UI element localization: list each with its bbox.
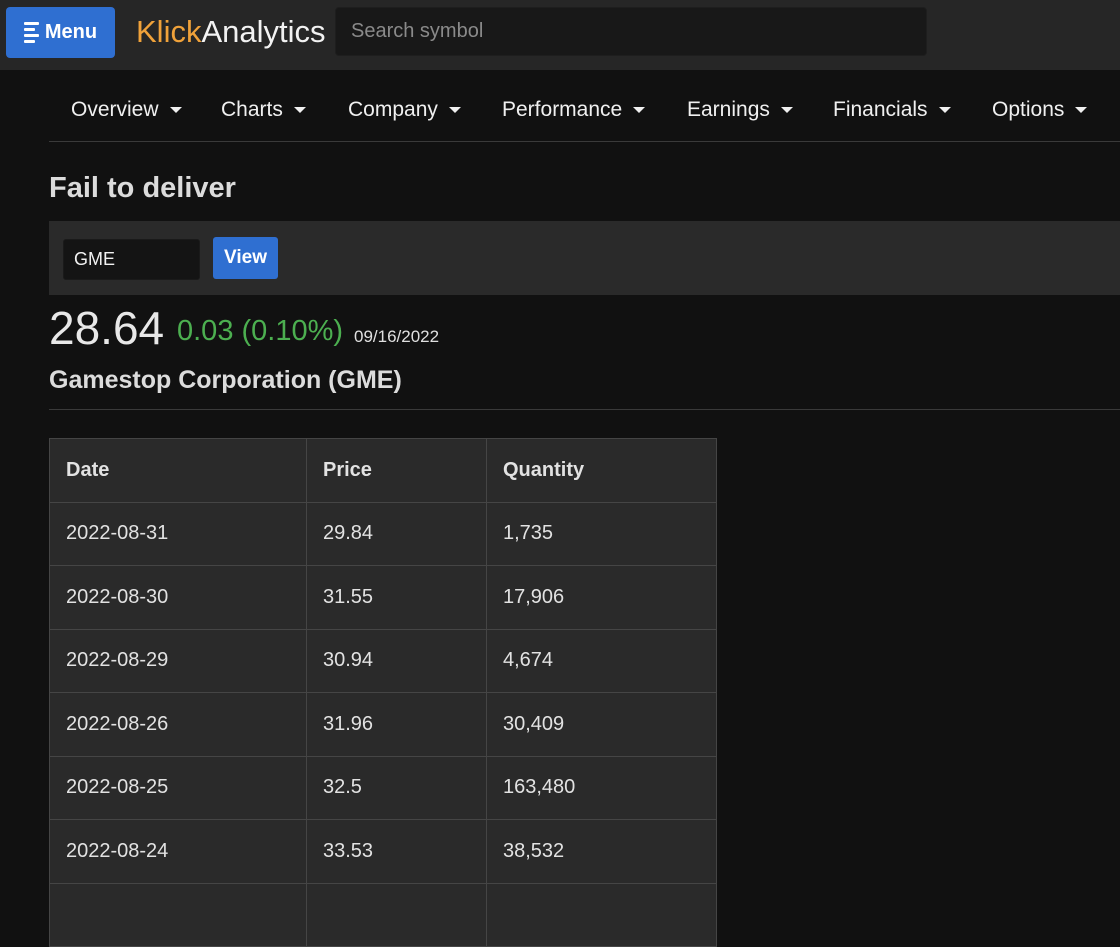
brand-part-analytics: Analytics [201,14,326,49]
top-bar: Menu KlickAnalytics [0,0,1120,70]
view-button[interactable]: View [213,237,278,279]
column-header-price[interactable]: Price [306,438,487,503]
nav-item-label: Overview [71,97,159,121]
caret-down-icon [293,106,306,113]
cell-quantity: 4,674 [486,628,717,693]
caret-down-icon [938,106,951,113]
nav-item-label: Earnings [687,97,770,121]
nav-item-earnings[interactable]: Earnings [687,78,793,141]
cell-date: 2022-08-29 [49,628,307,693]
cell-quantity: 30,409 [486,692,717,757]
caret-down-icon [1075,106,1088,113]
nav-item-label: Charts [221,97,283,121]
nav-item-company[interactable]: Company [348,78,461,141]
cell-price [306,882,487,947]
cell-quantity: 38,532 [486,819,717,884]
cell-quantity: 17,906 [486,565,717,630]
cell-date: 2022-08-30 [49,565,307,630]
menu-button[interactable]: Menu [6,7,115,58]
table-row: 2022-08-31 29.84 1,735 [49,501,717,566]
cell-quantity [486,882,717,947]
company-name: Gamestop Corporation (GME) [49,366,402,394]
column-header-quantity[interactable]: Quantity [486,438,717,503]
fail-to-deliver-table: Date Price Quantity 2022-08-31 29.84 1,7… [49,438,717,947]
quote-date: 09/16/2022 [354,327,440,346]
cell-date: 2022-08-31 [49,501,307,566]
symbol-filter-bar: View [49,221,1120,295]
nav-item-charts[interactable]: Charts [221,78,306,141]
search-input[interactable] [335,7,927,56]
cell-price: 30.94 [306,628,487,693]
nav-item-label: Options [992,97,1065,121]
cell-date: 2022-08-26 [49,692,307,757]
table-row: 2022-08-24 33.53 38,532 [49,819,717,884]
caret-down-icon [448,106,461,113]
divider [49,409,1120,410]
table-header-row: Date Price Quantity [49,438,717,503]
table-row [49,882,717,947]
nav-item-overview[interactable]: Overview [71,78,182,141]
cell-date [49,882,307,947]
symbol-input[interactable] [63,239,200,280]
cell-price: 31.96 [306,692,487,757]
brand-logo[interactable]: KlickAnalytics [136,12,326,52]
menu-button-label: Menu [44,21,98,43]
brand-part-klick: Klick [136,14,202,49]
page-title: Fail to deliver [49,172,236,204]
cell-price: 33.53 [306,819,487,884]
cell-quantity: 1,735 [486,501,717,566]
caret-down-icon [780,106,793,113]
table-row: 2022-08-29 30.94 4,674 [49,628,717,693]
cell-price: 31.55 [306,565,487,630]
nav-item-label: Performance [502,97,623,121]
hamburger-icon [23,22,39,43]
last-price: 28.64 [49,302,165,354]
caret-down-icon [633,106,646,113]
nav-item-label: Financials [833,97,928,121]
table-row: 2022-08-25 32.5 163,480 [49,755,717,820]
cell-price: 29.84 [306,501,487,566]
nav-item-options[interactable]: Options [992,78,1088,141]
caret-down-icon [169,106,182,113]
table-row: 2022-08-26 31.96 30,409 [49,692,717,757]
main-nav: Overview Charts Company Performance Earn… [49,78,1120,142]
nav-item-financials[interactable]: Financials [833,78,951,141]
cell-quantity: 163,480 [486,755,717,820]
price-change: 0.03 (0.10%) [177,315,344,347]
nav-item-performance[interactable]: Performance [502,78,646,141]
column-header-date[interactable]: Date [49,438,307,503]
cell-date: 2022-08-24 [49,819,307,884]
nav-item-label: Company [348,97,438,121]
cell-price: 32.5 [306,755,487,820]
table-row: 2022-08-30 31.55 17,906 [49,565,717,630]
cell-date: 2022-08-25 [49,755,307,820]
